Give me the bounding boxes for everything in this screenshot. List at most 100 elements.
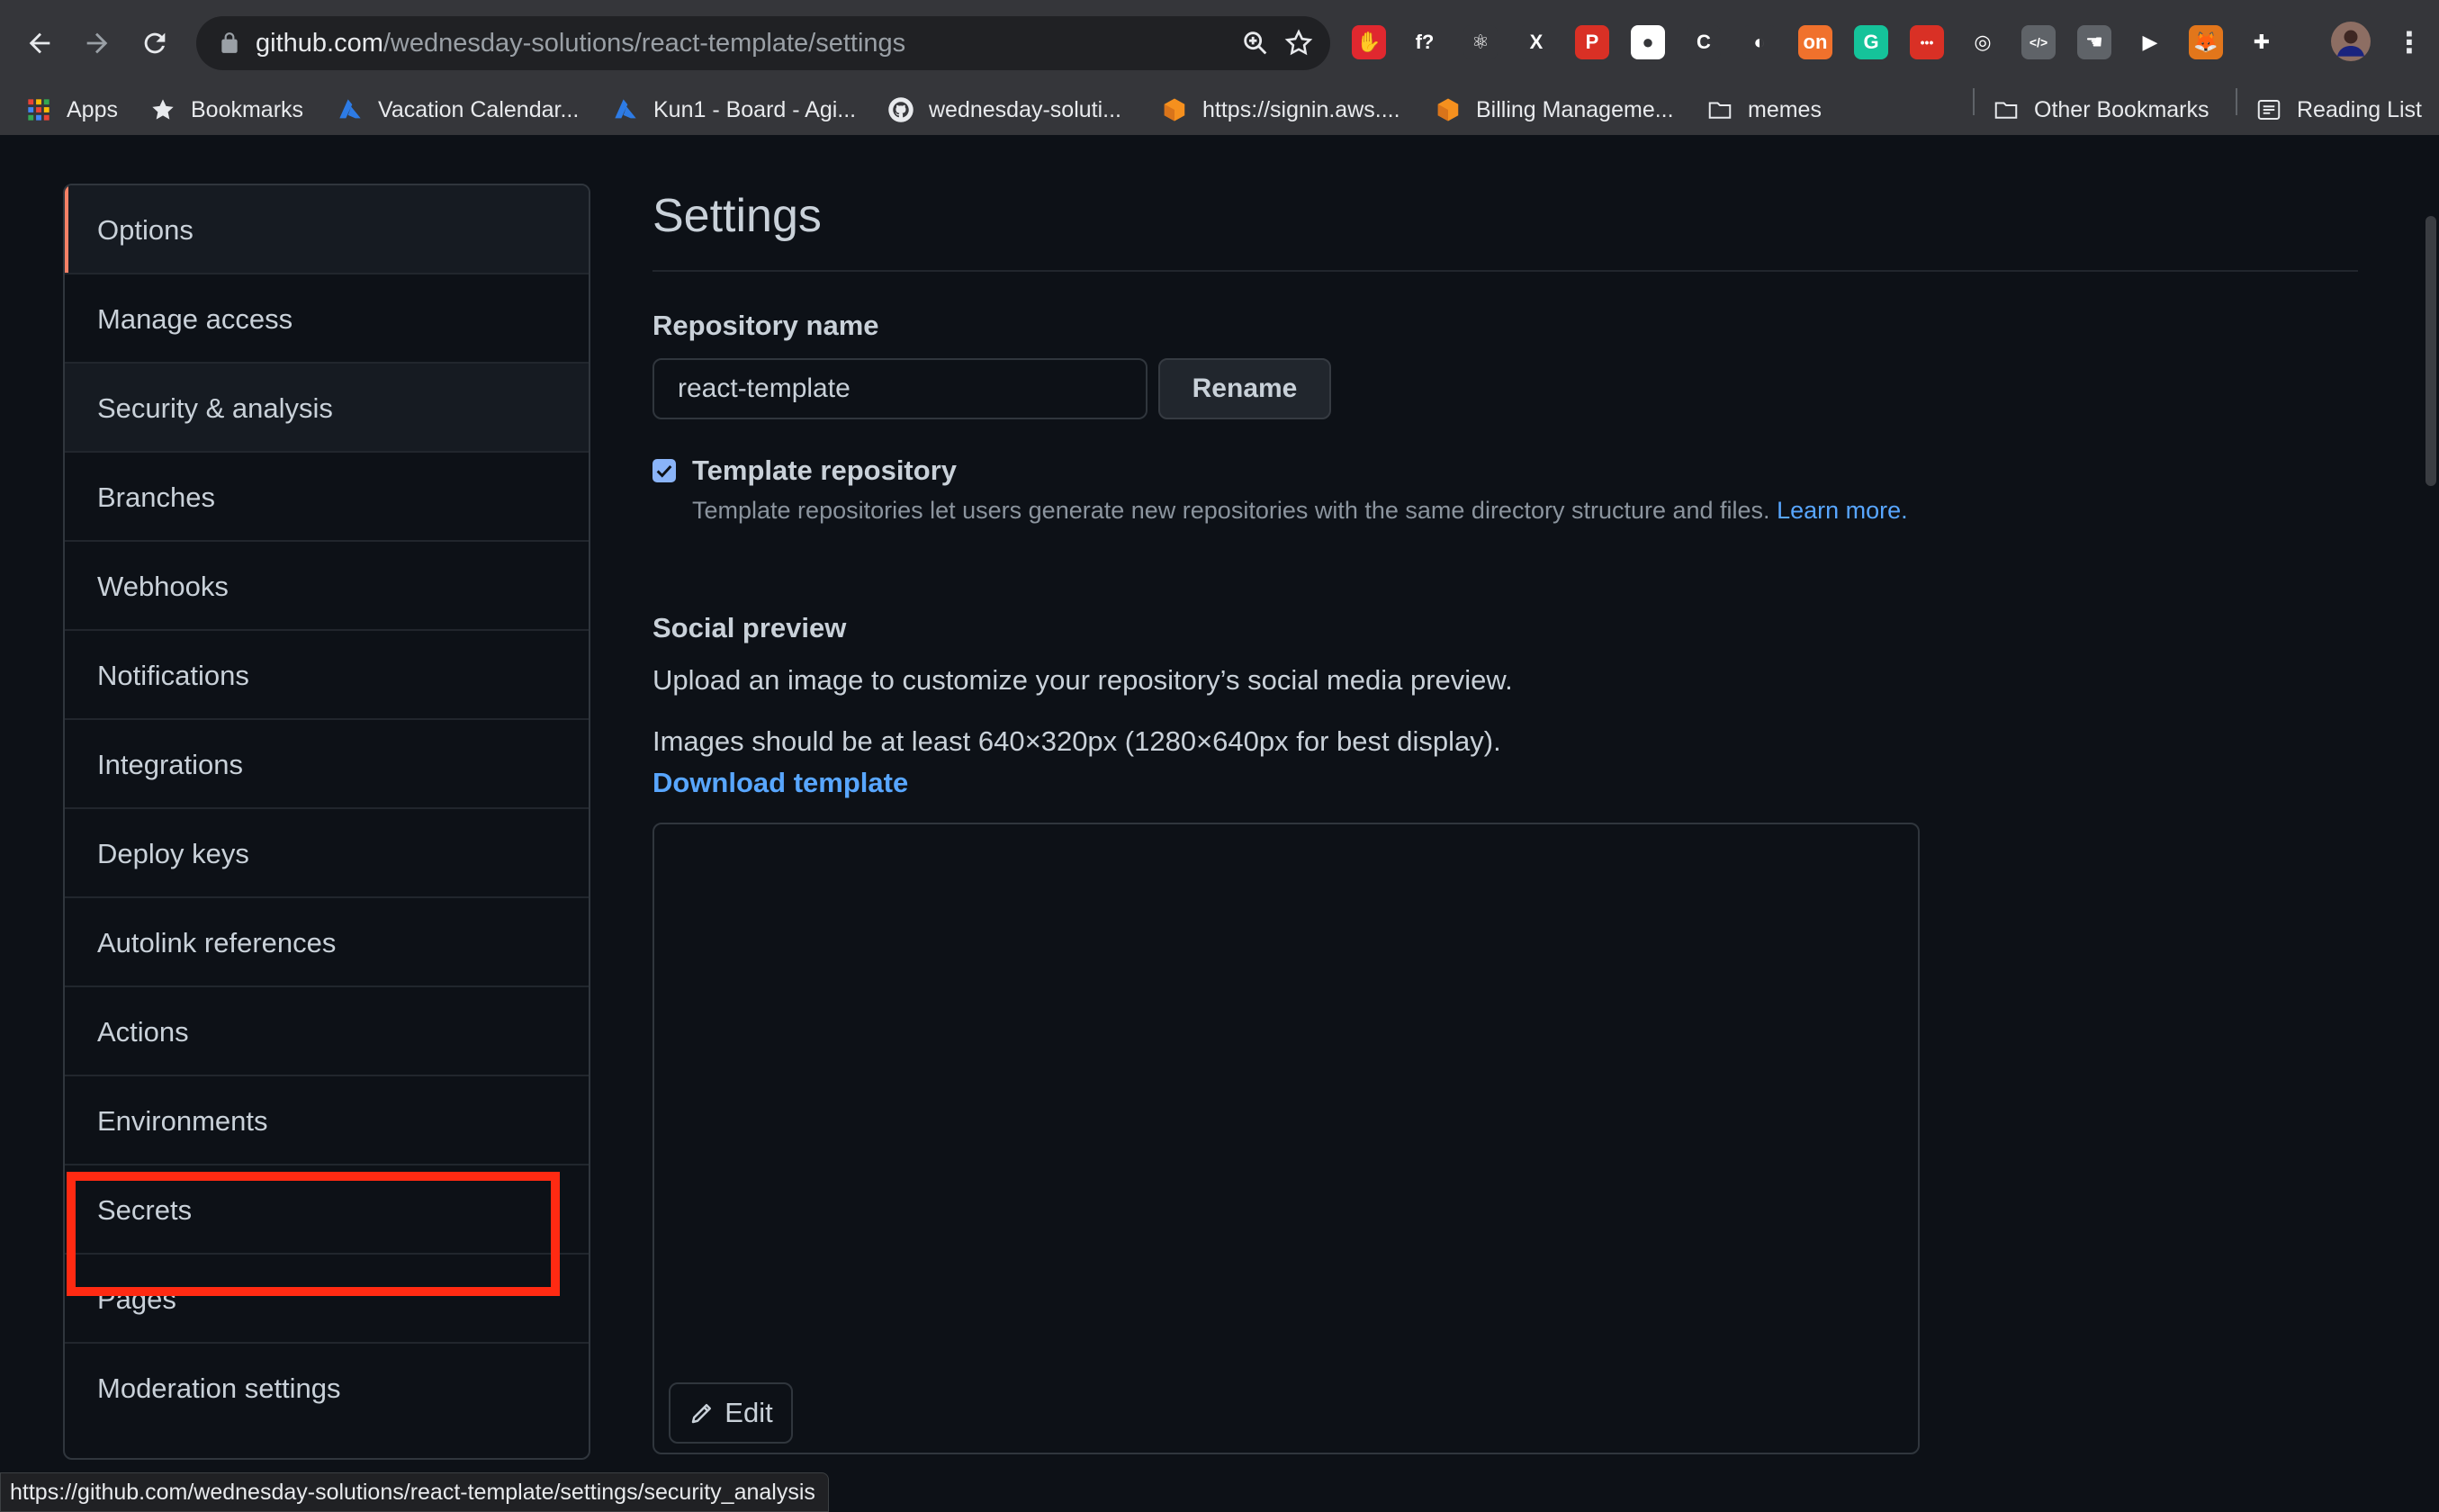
zoom-icon[interactable] <box>1240 28 1271 58</box>
bookmarks-bar: Apps Bookmarks Vacation Calendar... Kun1… <box>0 86 2439 133</box>
repository-name-input[interactable] <box>652 358 1148 419</box>
bookmark-separator <box>1973 88 1975 115</box>
sidebar-item-options[interactable]: Options <box>65 185 589 274</box>
lock-icon <box>221 32 238 53</box>
browser-toolbar: github.com/wednesday-solutions/react-tem… <box>0 0 2439 86</box>
sidebar-item-security-analysis[interactable]: Security & analysis <box>65 364 589 453</box>
link-status-bar: https://github.com/wednesday-solutions/r… <box>0 1472 829 1512</box>
page-scrollbar[interactable] <box>2423 135 2439 1510</box>
rename-button[interactable]: Rename <box>1158 358 1331 419</box>
aws-icon <box>1161 96 1188 123</box>
forward-arrow-icon <box>86 32 108 54</box>
settings-sidebar: Options Manage access Security & analysi… <box>63 184 590 1460</box>
bookmark-label: Kun1 - Board - Agi... <box>653 96 857 122</box>
bookmark-billing-management[interactable]: Billing Manageme... <box>1435 86 1674 133</box>
x-extension-icon[interactable]: X <box>1519 25 1553 59</box>
azure-icon <box>337 96 364 123</box>
reload-icon <box>144 32 166 54</box>
repository-name-label: Repository name <box>652 310 879 341</box>
play-extension-icon[interactable]: ▶ <box>2133 25 2167 59</box>
circle-extension-icon[interactable]: ● <box>1631 25 1665 59</box>
sidebar-item-pages[interactable]: Pages <box>65 1255 589 1344</box>
social-preview-description: Upload an image to customize your reposi… <box>652 664 1513 696</box>
profile-avatar[interactable] <box>2331 22 2371 61</box>
social-preview-box[interactable]: Edit <box>652 823 1920 1454</box>
dots-extension-icon[interactable]: ••• <box>1910 25 1944 59</box>
apps-grid-icon <box>25 96 52 123</box>
c-extension-icon[interactable]: C <box>1687 25 1721 59</box>
template-repository-checkbox[interactable] <box>652 459 676 482</box>
address-url: github.com/wednesday-solutions/react-tem… <box>256 16 905 70</box>
hand-extension-icon[interactable]: ☚ <box>2077 25 2111 59</box>
bookmark-reading-list[interactable]: Reading List <box>2255 86 2422 133</box>
pencil-icon <box>692 1404 712 1424</box>
checkmark-icon <box>656 464 672 478</box>
bookmark-vacation-calendar[interactable]: Vacation Calendar... <box>337 86 579 133</box>
bookmark-label: Reading List <box>2297 96 2422 122</box>
target-extension-icon[interactable]: ◎ <box>1966 25 2000 59</box>
sidebar-item-deploy-keys[interactable]: Deploy keys <box>65 809 589 898</box>
edit-button[interactable]: Edit <box>669 1382 793 1444</box>
back-button[interactable] <box>18 22 61 65</box>
bookmark-label: memes <box>1748 96 1822 122</box>
sidebar-item-manage-access[interactable]: Manage access <box>65 274 589 364</box>
bookmark-kun1-board[interactable]: Kun1 - Board - Agi... <box>612 86 856 133</box>
sidebar-item-moderation-settings[interactable]: Moderation settings <box>65 1344 589 1433</box>
translate-extension-icon[interactable]: ◐ <box>1742 25 1777 59</box>
react-devtools-icon[interactable]: ⚛ <box>1463 25 1498 59</box>
sidebar-item-secrets[interactable]: Secrets <box>65 1166 589 1255</box>
learn-more-link[interactable]: Learn more. <box>1777 497 1908 524</box>
bookmark-memes-folder[interactable]: memes <box>1706 86 1822 133</box>
bookmark-wednesday-solutions[interactable]: wednesday-soluti... <box>887 86 1121 133</box>
download-template-link[interactable]: Download template <box>652 767 908 799</box>
bookmark-bookmarks[interactable]: Bookmarks <box>149 86 303 133</box>
social-preview-size-hint: Images should be at least 640×320px (128… <box>652 725 1501 757</box>
sidebar-item-environments[interactable]: Environments <box>65 1076 589 1166</box>
template-note-text: Template repositories let users generate… <box>692 497 1770 524</box>
bookmark-aws-signin[interactable]: https://signin.aws.... <box>1161 86 1400 133</box>
adblock-icon[interactable]: ✋ <box>1352 25 1386 59</box>
pdf-extension-icon[interactable]: P <box>1575 25 1609 59</box>
code-extension-icon[interactable]: </> <box>2021 25 2056 59</box>
url-path: /wednesday-solutions/react-template/sett… <box>382 29 906 58</box>
page-title: Settings <box>652 190 822 242</box>
reload-button[interactable] <box>133 22 176 65</box>
puzzle-icon[interactable]: ✚ <box>2245 25 2279 59</box>
template-repository-label[interactable]: Template repository <box>692 454 957 487</box>
bookmark-star-icon[interactable] <box>1283 28 1314 58</box>
folder-icon <box>1706 96 1733 123</box>
grammarly-icon[interactable]: G <box>1854 25 1888 59</box>
sidebar-item-integrations[interactable]: Integrations <box>65 720 589 809</box>
azure-icon <box>612 96 639 123</box>
bookmark-label: Other Bookmarks <box>2034 96 2210 122</box>
browser-menu-icon[interactable]: ⋮ <box>2392 25 2426 59</box>
bookmark-label: Bookmarks <box>191 96 304 122</box>
sidebar-item-autolink-references[interactable]: Autolink references <box>65 898 589 987</box>
bookmark-label: Vacation Calendar... <box>378 96 580 122</box>
sidebar-item-branches[interactable]: Branches <box>65 453 589 542</box>
bookmark-apps[interactable]: Apps <box>25 86 118 133</box>
sidebar-item-webhooks[interactable]: Webhooks <box>65 542 589 631</box>
bookmark-label: Billing Manageme... <box>1476 96 1674 122</box>
address-bar[interactable]: github.com/wednesday-solutions/react-tem… <box>196 16 1330 70</box>
toggle-extension-icon[interactable]: on <box>1798 25 1832 59</box>
title-divider <box>652 270 2358 272</box>
back-arrow-icon <box>29 32 50 54</box>
scrollbar-thumb[interactable] <box>2426 216 2436 486</box>
bookmark-separator <box>2236 88 2237 115</box>
edit-label: Edit <box>724 1397 773 1428</box>
metamask-icon[interactable]: 🦊 <box>2189 25 2223 59</box>
social-preview-label: Social preview <box>652 612 847 644</box>
bookmark-label: https://signin.aws.... <box>1202 96 1400 122</box>
sidebar-item-actions[interactable]: Actions <box>65 987 589 1076</box>
folder-icon <box>1993 96 2020 123</box>
star-icon <box>149 96 176 123</box>
bookmark-label: wednesday-soluti... <box>929 96 1122 122</box>
bookmark-other-bookmarks[interactable]: Other Bookmarks <box>1993 86 2210 133</box>
forward-button[interactable] <box>76 22 119 65</box>
bookmark-label: Apps <box>67 96 118 122</box>
aws-icon <box>1435 96 1462 123</box>
formula-icon[interactable]: f? <box>1408 25 1442 59</box>
sidebar-item-notifications[interactable]: Notifications <box>65 631 589 720</box>
github-icon <box>887 96 914 123</box>
